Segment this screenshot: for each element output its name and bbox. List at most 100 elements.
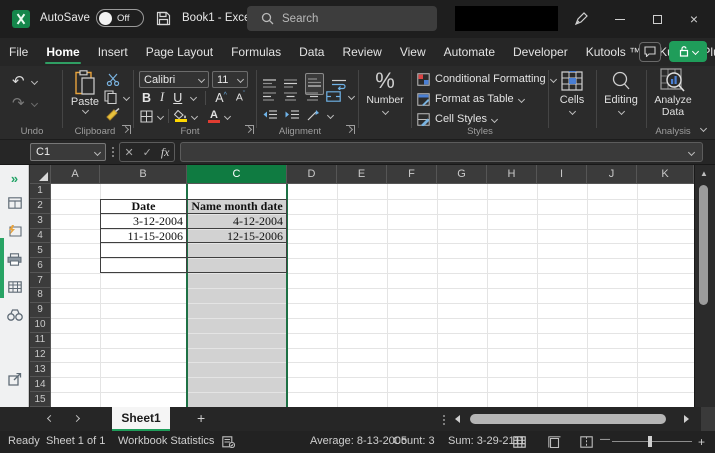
zoom-slider[interactable] [612,441,692,442]
cells-group-button[interactable]: Cells [552,68,592,114]
cell-B4[interactable]: 11-15-2006 [100,229,187,244]
conditional-formatting-button[interactable]: Conditional Formatting [417,70,556,88]
undo-chevron-icon[interactable] [31,77,38,84]
borders-chevron-icon[interactable] [157,112,164,119]
row-header-8[interactable]: 8 [30,288,51,303]
tab-bar-dots-icon[interactable] [443,419,445,421]
orientation-chevron-icon[interactable] [327,111,334,118]
align-top-icon[interactable] [263,79,276,89]
cancel-entry-icon[interactable]: ✕ [124,146,133,159]
row-header-9[interactable]: 9 [30,303,51,318]
orientation-icon[interactable] [307,109,320,121]
column-header-G[interactable]: G [437,165,487,184]
column-header-F[interactable]: F [387,165,437,184]
new-sheet-button[interactable]: + [197,410,205,426]
decrease-font-button[interactable]: Aˇ [236,91,245,104]
tab-developer[interactable]: Developer [504,38,577,66]
excel-app-icon[interactable] [12,10,30,28]
insert-function-icon[interactable]: fx [161,145,170,160]
comments-button[interactable] [639,42,661,62]
confirm-entry-icon[interactable]: ✓ [143,146,152,159]
font-size-select[interactable]: 11 [212,71,248,88]
row-header-4[interactable]: 4 [30,229,51,244]
cell-B2[interactable]: Date [100,199,187,214]
tab-formulas[interactable]: Formulas [222,38,290,66]
external-link-icon[interactable] [8,373,22,386]
bold-button[interactable]: B [142,91,151,105]
font-dialog-launcher[interactable] [245,125,254,134]
tab-file[interactable]: File [0,38,37,66]
column-header-I[interactable]: I [537,165,587,184]
tab-review[interactable]: Review [333,38,390,66]
spreadsheet-grid[interactable]: ABCDEFGHIJK123456789101112131415DateName… [30,165,694,407]
merge-chevron-icon[interactable] [348,93,355,100]
font-name-select[interactable]: Calibri [139,71,209,88]
autosave-toggle[interactable]: Off [96,9,144,27]
redo-icon[interactable]: ↷ [12,94,25,112]
formula-input[interactable] [180,142,703,162]
borders-icon[interactable] [140,110,153,123]
scroll-up-icon[interactable]: ▲ [700,169,708,178]
column-header-E[interactable]: E [337,165,387,184]
redo-chevron-icon[interactable] [31,99,38,106]
row-header-15[interactable]: 15 [30,392,51,407]
align-left-icon[interactable] [263,92,276,102]
font-color-chevron-icon[interactable] [224,112,231,119]
minimize-button[interactable] [602,0,638,38]
italic-button[interactable]: I [160,90,164,105]
vertical-scrollbar[interactable]: ▲ [694,165,712,407]
fill-color-chevron-icon[interactable] [191,112,198,119]
editing-group-button[interactable]: Editing [600,68,642,114]
find-binoculars-icon[interactable] [7,309,23,321]
next-sheet-icon[interactable] [73,415,80,422]
row-header-7[interactable]: 7 [30,273,51,288]
column-header-B[interactable]: B [100,165,187,184]
table-view-icon[interactable] [8,281,22,293]
cell-C3[interactable]: 4-12-2004 [187,214,287,229]
column-header-H[interactable]: H [487,165,537,184]
print-icon[interactable] [7,253,22,266]
undo-icon[interactable]: ↶ [12,72,25,90]
select-all-corner[interactable] [30,165,51,184]
flash-pane-icon[interactable] [8,225,22,237]
status-sheet-info[interactable]: Sheet 1 of 1 [46,435,105,447]
hscroll-right-icon[interactable] [684,415,689,423]
format-painter-icon[interactable] [106,108,121,122]
save-icon[interactable] [156,11,171,26]
copy-icon[interactable] [104,90,117,104]
merge-center-icon[interactable] [326,91,341,102]
share-button[interactable] [669,41,707,62]
workbook-statistics[interactable]: Workbook Statistics [118,435,214,447]
tab-home[interactable]: Home [37,38,88,66]
column-header-J[interactable]: J [587,165,637,184]
tab-data[interactable]: Data [290,38,333,66]
row-header-10[interactable]: 10 [30,318,51,333]
underline-button[interactable]: U [173,91,182,105]
wrap-text-icon[interactable] [332,79,346,90]
increase-indent-icon[interactable] [285,110,299,120]
format-as-table-button[interactable]: Format as Table [417,90,524,108]
zoom-slider-thumb[interactable] [648,436,652,447]
page-layout-view-icon[interactable] [548,436,561,448]
kutools-expand-icon[interactable]: » [0,171,29,186]
row-header-1[interactable]: 1 [30,184,51,199]
row-header-14[interactable]: 14 [30,377,51,392]
decrease-indent-icon[interactable] [263,110,277,120]
row-header-12[interactable]: 12 [30,348,51,363]
zoom-out-button[interactable]: — [600,434,610,445]
row-header-13[interactable]: 13 [30,362,51,377]
tab-page-layout[interactable]: Page Layout [137,38,222,66]
tab-view[interactable]: View [391,38,435,66]
collapse-ribbon-chevron-icon[interactable] [700,125,707,132]
formula-bar-drag-dots-icon[interactable] [112,151,114,153]
font-color-button[interactable]: A [208,110,220,123]
row-header-6[interactable]: 6 [30,258,51,273]
tab-automate[interactable]: Automate [435,38,504,66]
worksheet-tool-icon[interactable] [8,197,22,209]
row-header-5[interactable]: 5 [30,243,51,258]
maximize-button[interactable] [639,0,675,38]
alignment-dialog-launcher[interactable] [346,125,355,134]
number-group-button[interactable]: % Number [363,68,407,114]
column-header-A[interactable]: A [51,165,100,184]
vertical-scroll-thumb[interactable] [699,185,708,305]
